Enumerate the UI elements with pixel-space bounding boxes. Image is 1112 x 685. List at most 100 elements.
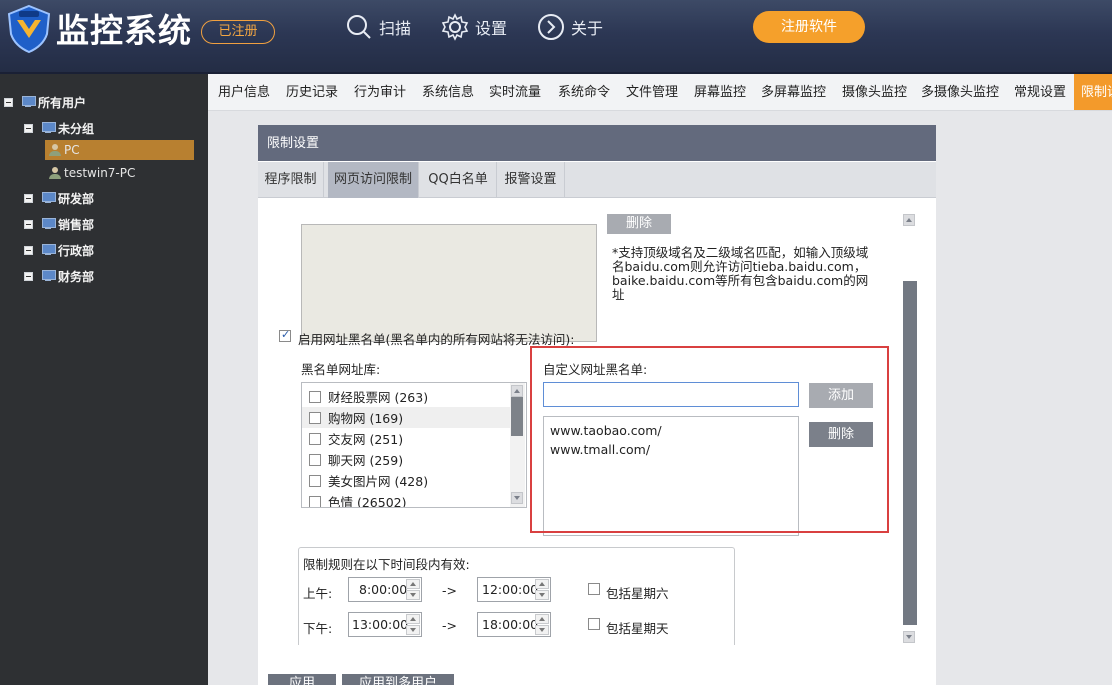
whitelist-listbox[interactable]: [301, 224, 597, 342]
subtab-web-restrict[interactable]: 网页访问限制: [328, 162, 419, 198]
collapse-icon[interactable]: [24, 193, 33, 203]
library-scrollbar-thumb[interactable]: [511, 397, 523, 436]
tree-user-label: PC: [64, 143, 80, 157]
pm-start-time-spinner[interactable]: 13:00:00: [348, 612, 422, 637]
computer-icon: [41, 244, 56, 256]
scan-button[interactable]: 扫描: [345, 12, 411, 42]
collapse-icon[interactable]: [24, 271, 33, 281]
tree-root-label: 所有用户: [38, 95, 87, 110]
list-item-checkbox[interactable]: [309, 432, 321, 445]
pm-end-value: 18:00:00: [482, 617, 539, 632]
list-item-label: 购物网 (169): [328, 411, 404, 426]
collapse-icon[interactable]: [4, 97, 13, 107]
tab-realtime-traffic[interactable]: 实时流量: [489, 74, 541, 110]
tab-multi-screen-monitor[interactable]: 多屏幕监控: [761, 74, 826, 110]
pm-start-value: 13:00:00: [352, 617, 409, 632]
spin-up-icon[interactable]: [535, 614, 549, 624]
tab-camera-monitor[interactable]: 摄像头监控: [842, 74, 907, 110]
app-header: 监控系统 已注册 扫描 设置 关于 注册软件: [0, 0, 1112, 74]
computer-icon: [21, 96, 36, 108]
whitelist-delete-button[interactable]: 删除: [607, 214, 671, 234]
tab-screen-monitor[interactable]: 屏幕监控: [694, 74, 746, 110]
list-item-label: 色情 (26502): [328, 495, 407, 508]
tree-group-sales[interactable]: 销售部: [24, 214, 94, 234]
tab-behavior-audit[interactable]: 行为审计: [354, 74, 406, 110]
subtab-qq-whitelist[interactable]: QQ白名单: [420, 162, 497, 198]
scroll-down-arrow-icon[interactable]: [903, 631, 915, 643]
tab-user-info[interactable]: 用户信息: [218, 74, 270, 110]
collapse-icon[interactable]: [24, 219, 33, 229]
am-start-time-spinner[interactable]: 8:00:00: [348, 577, 422, 602]
about-button[interactable]: 关于: [537, 12, 603, 42]
list-item[interactable]: 交友网 (251): [302, 428, 510, 449]
collapse-icon[interactable]: [24, 245, 33, 255]
list-item[interactable]: 财经股票网 (263): [302, 386, 510, 407]
computer-icon: [41, 270, 56, 282]
app-title: 监控系统: [56, 11, 192, 50]
tab-file-manage[interactable]: 文件管理: [626, 74, 678, 110]
include-sunday-checkbox[interactable]: [588, 618, 600, 630]
settings-button[interactable]: 设置: [441, 12, 507, 42]
computer-icon: [41, 218, 56, 230]
scroll-up-arrow-icon[interactable]: [903, 214, 915, 226]
tree-group-finance[interactable]: 财务部: [24, 266, 94, 286]
list-item[interactable]: 聊天网 (259): [302, 449, 510, 470]
apply-to-multi-users-button[interactable]: 应用到多用户: [342, 674, 454, 685]
registered-badge: 已注册: [201, 20, 275, 44]
list-item-checkbox[interactable]: [309, 453, 321, 466]
list-item-checkbox[interactable]: [309, 411, 321, 424]
am-end-value: 12:00:00: [482, 582, 539, 597]
spin-down-icon[interactable]: [406, 625, 420, 635]
pm-end-time-spinner[interactable]: 18:00:00: [477, 612, 551, 637]
blacklist-library-list[interactable]: 财经股票网 (263) 购物网 (169) 交友网 (251) 聊天网 (259…: [301, 382, 527, 508]
tab-general-settings[interactable]: 常规设置: [1014, 74, 1066, 110]
collapse-icon[interactable]: [24, 123, 33, 133]
tree-group-ungrouped[interactable]: 未分组: [24, 118, 94, 138]
scan-label: 扫描: [379, 19, 412, 38]
highlight-box: [530, 346, 889, 533]
spin-up-icon[interactable]: [406, 614, 420, 624]
list-item-label: 聊天网 (259): [328, 453, 404, 468]
list-item[interactable]: 美女图片网 (428): [302, 470, 510, 491]
subtab-program-restrict[interactable]: 程序限制: [258, 162, 324, 198]
about-label: 关于: [571, 19, 604, 38]
tab-system-command[interactable]: 系统命令: [558, 74, 610, 110]
tree-root-all-users[interactable]: 所有用户: [4, 92, 86, 112]
gear-icon: [441, 13, 469, 41]
list-item-checkbox[interactable]: [309, 390, 321, 403]
scroll-down-arrow-icon[interactable]: [511, 492, 523, 504]
am-end-time-spinner[interactable]: 12:00:00: [477, 577, 551, 602]
tree-group-rd[interactable]: 研发部: [24, 188, 94, 208]
tree-user-pc[interactable]: PC: [45, 140, 194, 160]
tab-restrict-settings[interactable]: 限制设置: [1074, 74, 1112, 110]
spin-down-icon[interactable]: [535, 625, 549, 635]
scroll-up-arrow-icon[interactable]: [511, 385, 523, 397]
spin-up-icon[interactable]: [535, 579, 549, 589]
tree-user-testwin7[interactable]: testwin7-PC: [48, 163, 135, 183]
list-item[interactable]: 色情 (26502): [302, 491, 510, 508]
list-item[interactable]: 购物网 (169): [302, 407, 510, 428]
tab-system-info[interactable]: 系统信息: [422, 74, 474, 110]
time-group-legend: 限制规则在以下时间段内有效:: [303, 557, 470, 572]
tree-group-label: 行政部: [58, 243, 95, 258]
tab-history[interactable]: 历史记录: [286, 74, 338, 110]
subtab-alarm-settings[interactable]: 报警设置: [497, 162, 565, 198]
tree-user-label: testwin7-PC: [64, 166, 136, 180]
enable-blacklist-checkbox[interactable]: [279, 328, 291, 342]
spin-down-icon[interactable]: [535, 590, 549, 600]
list-item-checkbox[interactable]: [309, 474, 321, 487]
register-software-button[interactable]: 注册软件: [753, 11, 865, 43]
panel-scrollbar-thumb[interactable]: [903, 281, 917, 625]
include-saturday-checkbox[interactable]: [588, 583, 600, 595]
list-item-label: 美女图片网 (428): [328, 474, 429, 489]
search-icon: [347, 15, 371, 39]
spin-up-icon[interactable]: [406, 579, 420, 589]
am-label: 上午:: [303, 586, 333, 601]
tree-group-admin[interactable]: 行政部: [24, 240, 94, 260]
restrict-subtabs: 程序限制 网页访问限制 QQ白名单 报警设置: [258, 162, 936, 198]
spin-down-icon[interactable]: [406, 590, 420, 600]
include-sunday-label: 包括星期天: [606, 621, 669, 636]
list-item-checkbox[interactable]: [309, 495, 321, 507]
apply-button[interactable]: 应用: [268, 674, 336, 685]
tab-multi-camera-monitor[interactable]: 多摄像头监控: [921, 74, 999, 110]
